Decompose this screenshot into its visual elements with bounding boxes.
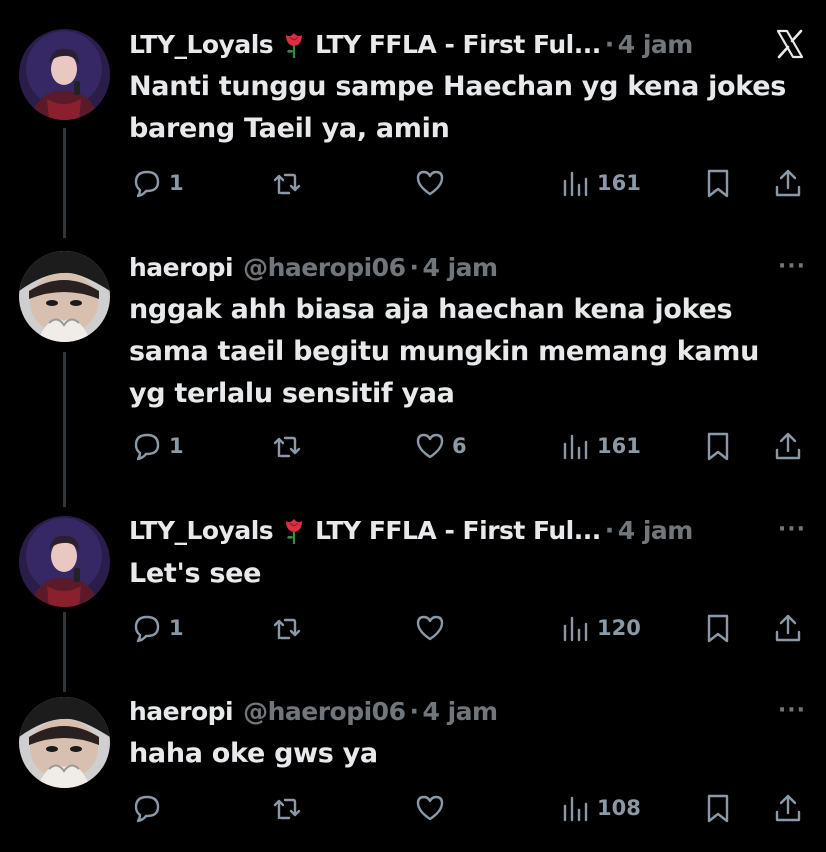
thread-line [63, 352, 66, 507]
heart-icon [416, 615, 444, 641]
retweet-button[interactable] [271, 608, 309, 648]
separator-dot: · [409, 252, 419, 282]
x-logo-icon[interactable] [774, 28, 806, 60]
reply-button[interactable] [131, 788, 169, 828]
tweet-actions: 1 161 [129, 163, 809, 203]
display-name-suffix[interactable]: LTY FFLA - First Ful... [315, 516, 601, 545]
tweet-actions: 108 [129, 788, 809, 828]
reply-icon [134, 615, 160, 643]
separator-dot: · [604, 515, 615, 545]
views-icon [563, 171, 588, 197]
avatar[interactable] [19, 516, 110, 607]
retweet-button[interactable] [271, 163, 309, 203]
more-icon[interactable]: ··· [778, 256, 806, 278]
like-button[interactable] [414, 608, 452, 648]
bookmark-button[interactable] [702, 426, 734, 466]
tweet-actions: 1 6 161 [129, 426, 809, 466]
reply-button[interactable]: 1 [131, 163, 184, 203]
share-button[interactable] [772, 608, 804, 648]
tweet-text: Let's see [129, 558, 262, 589]
views-button[interactable]: 161 [559, 163, 641, 203]
views-icon [563, 796, 588, 822]
separator-dot: · [604, 29, 615, 59]
user-handle[interactable]: @haeropi06 [243, 253, 406, 282]
timestamp[interactable]: 4 jam [422, 697, 498, 726]
share-icon [775, 614, 801, 642]
reply-icon [134, 170, 160, 198]
views-icon [563, 616, 588, 642]
separator-dot: · [409, 696, 419, 726]
timestamp[interactable]: 4 jam [618, 30, 694, 59]
heart-icon [416, 795, 444, 821]
avatar[interactable] [19, 29, 110, 120]
tweet-header: haeropi @haeropi06 · 4 jam ··· [129, 694, 806, 728]
bookmark-icon [707, 432, 729, 461]
display-name[interactable]: LTY_Loyals [129, 30, 274, 59]
bookmark-button[interactable] [702, 608, 734, 648]
tweet-text: haha oke gws ya [129, 738, 378, 769]
tweet-text: nggak ahh biasa aja haechan kena jokes s… [129, 294, 760, 409]
bookmark-icon [707, 614, 729, 643]
more-icon[interactable]: ··· [778, 700, 806, 722]
tweet-header: LTY_Loyals LTY FFLA - First Ful... · 4 j… [129, 513, 806, 547]
share-icon [775, 169, 801, 197]
bookmark-icon [707, 794, 729, 823]
views-button[interactable]: 120 [559, 608, 641, 648]
avatar-image [19, 251, 110, 342]
retweet-icon [273, 436, 301, 458]
retweet-button[interactable] [271, 788, 309, 828]
avatar[interactable] [19, 251, 110, 342]
share-button[interactable] [772, 163, 804, 203]
avatar-image [19, 697, 110, 788]
like-button[interactable] [414, 163, 452, 203]
timestamp[interactable]: 4 jam [618, 516, 694, 545]
user-handle[interactable]: @haeropi06 [243, 697, 406, 726]
reply-icon [134, 433, 160, 461]
like-button[interactable]: 6 [414, 426, 467, 466]
bookmark-icon [707, 169, 729, 198]
display-name-suffix[interactable]: LTY FFLA - First Ful... [315, 30, 601, 59]
share-button[interactable] [772, 426, 804, 466]
retweet-icon [273, 173, 301, 195]
reply-icon [134, 795, 160, 823]
retweet-icon [273, 618, 301, 640]
views-button[interactable]: 161 [559, 426, 641, 466]
reply-button[interactable]: 1 [131, 608, 184, 648]
bookmark-button[interactable] [702, 163, 734, 203]
display-name[interactable]: LTY_Loyals [129, 516, 274, 545]
share-icon [775, 432, 801, 460]
avatar-image [19, 516, 110, 607]
bookmark-button[interactable] [702, 788, 734, 828]
tweet-actions: 1 120 [129, 608, 809, 648]
share-icon [775, 794, 801, 822]
retweet-icon [273, 798, 301, 820]
heart-icon [416, 433, 444, 459]
rose-emoji-icon [279, 29, 309, 59]
thread-line [63, 128, 66, 238]
tweet-text: Nanti tunggu sampe Haechan yg kena jokes… [129, 71, 787, 144]
like-button[interactable] [414, 788, 452, 828]
avatar[interactable] [19, 697, 110, 788]
display-name[interactable]: haeropi [129, 253, 234, 282]
reply-button[interactable]: 1 [131, 426, 184, 466]
views-icon [563, 434, 588, 460]
tweet-header: haeropi @haeropi06 · 4 jam ··· [129, 250, 806, 284]
display-name[interactable]: haeropi [129, 697, 234, 726]
avatar-image [19, 29, 110, 120]
tweet-header: LTY_Loyals LTY FFLA - First Ful... · 4 j… [129, 27, 806, 61]
timestamp[interactable]: 4 jam [422, 253, 498, 282]
rose-emoji-icon [279, 515, 309, 545]
retweet-button[interactable] [271, 426, 309, 466]
thread-line [63, 612, 66, 692]
heart-icon [416, 170, 444, 196]
more-icon[interactable]: ··· [778, 519, 806, 541]
share-button[interactable] [772, 788, 804, 828]
views-button[interactable]: 108 [559, 788, 641, 828]
